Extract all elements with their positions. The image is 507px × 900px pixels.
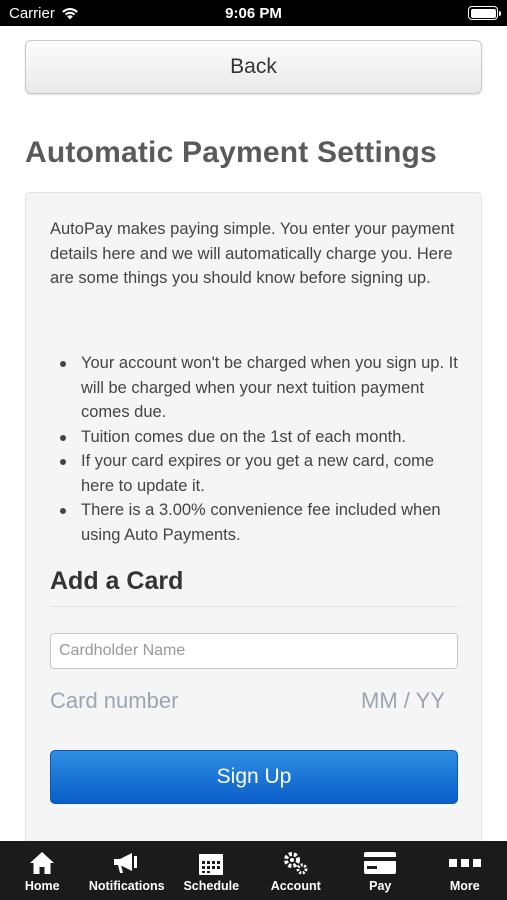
megaphone-icon bbox=[112, 850, 142, 876]
tab-home[interactable]: Home bbox=[0, 841, 85, 900]
back-button-label: Back bbox=[230, 55, 277, 78]
tab-label: Account bbox=[270, 879, 321, 893]
divider bbox=[50, 606, 458, 607]
tab-schedule[interactable]: Schedule bbox=[169, 841, 254, 900]
tab-label: Notifications bbox=[88, 879, 165, 893]
card-number-field[interactable]: Card number bbox=[50, 688, 178, 714]
page-title: Automatic Payment Settings bbox=[25, 136, 437, 169]
card-expiry-field[interactable]: MM / YY bbox=[361, 688, 445, 714]
tab-label: Home bbox=[24, 879, 60, 893]
tab-pay[interactable]: Pay bbox=[338, 841, 423, 900]
tab-account[interactable]: Account bbox=[254, 841, 339, 900]
more-icon bbox=[448, 850, 481, 876]
autopay-notes-list: Your account won't be charged when you s… bbox=[50, 351, 465, 547]
tab-more[interactable]: More bbox=[423, 841, 507, 900]
list-item: There is a 3.00% convenience fee include… bbox=[50, 498, 465, 547]
tab-label: Pay bbox=[369, 879, 392, 893]
tab-label: More bbox=[449, 879, 480, 893]
list-item: If your card expires or you get a new ca… bbox=[50, 449, 465, 498]
battery-icon bbox=[468, 6, 501, 20]
bullet-icon bbox=[60, 508, 66, 514]
home-icon bbox=[29, 850, 55, 876]
cardholder-name-input[interactable] bbox=[50, 633, 458, 669]
sign-up-button[interactable]: Sign Up bbox=[50, 750, 458, 804]
tab-label: Schedule bbox=[183, 879, 240, 893]
credit-card-icon bbox=[363, 850, 397, 876]
tab-bar: Home Notifications Schedule Account Pay … bbox=[0, 841, 507, 900]
status-time: 9:06 PM bbox=[225, 5, 282, 22]
sign-up-button-label: Sign Up bbox=[216, 765, 292, 788]
note-text: If your card expires or you get a new ca… bbox=[81, 452, 435, 495]
bullet-icon bbox=[60, 434, 66, 441]
gears-icon bbox=[282, 850, 310, 876]
note-text: Your account won't be charged when you s… bbox=[81, 354, 458, 421]
note-text: There is a 3.00% convenience fee include… bbox=[81, 501, 441, 544]
list-item: Tuition comes due on the 1st of each mon… bbox=[50, 425, 465, 450]
list-item: Your account won't be charged when you s… bbox=[50, 351, 465, 425]
back-button[interactable]: Back bbox=[25, 40, 482, 94]
calendar-icon bbox=[198, 850, 224, 876]
autopay-panel: AutoPay makes paying simple. You enter y… bbox=[25, 192, 482, 852]
note-text: Tuition comes due on the 1st of each mon… bbox=[81, 427, 406, 446]
tab-notifications[interactable]: Notifications bbox=[85, 841, 170, 900]
intro-text: AutoPay makes paying simple. You enter y… bbox=[50, 220, 455, 287]
bullet-icon bbox=[60, 361, 66, 367]
bullet-icon bbox=[60, 459, 66, 465]
add-card-title: Add a Card bbox=[50, 567, 184, 595]
status-bar: Carrier 9:06 PM bbox=[0, 0, 507, 26]
